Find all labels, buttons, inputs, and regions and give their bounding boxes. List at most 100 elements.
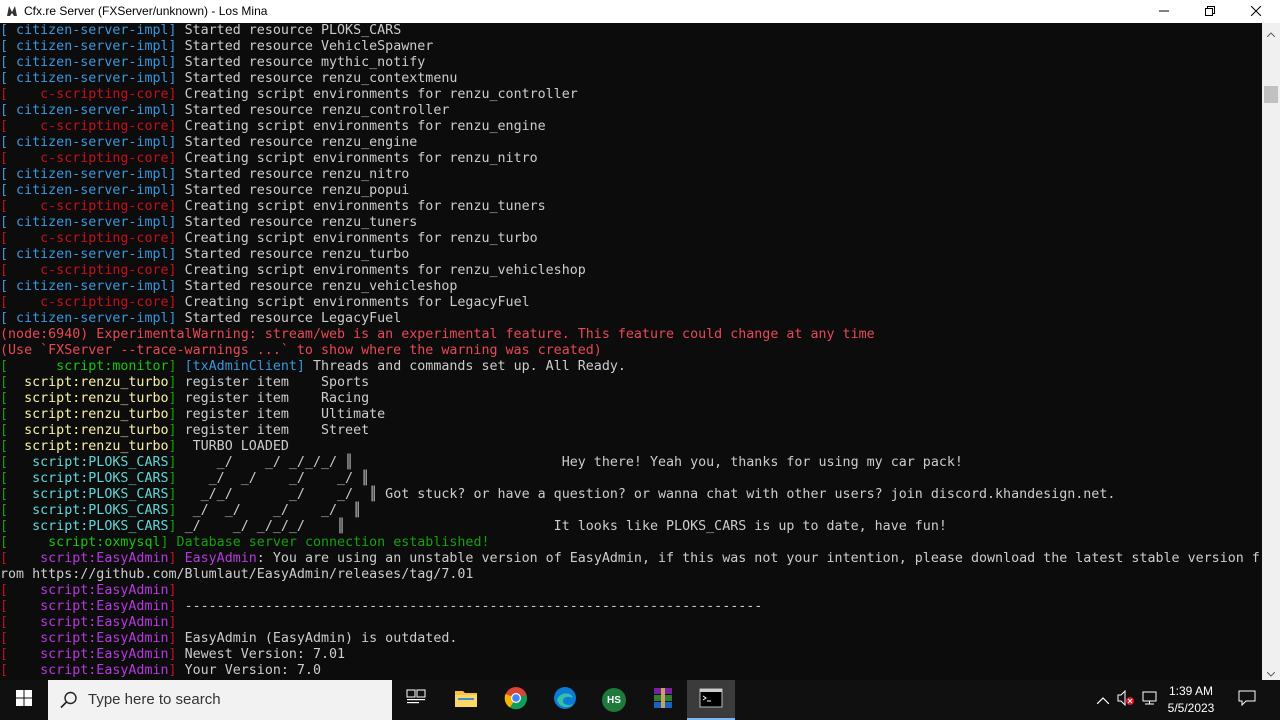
scroll-thumb[interactable] bbox=[1264, 86, 1278, 103]
log-source: citizen-server-impl bbox=[8, 247, 169, 262]
hs-app-button[interactable]: HS bbox=[590, 680, 638, 720]
console-line: [ script:EasyAdmin] bbox=[0, 615, 177, 631]
console-line: [ script:renzu_turbo] register item Ulti… bbox=[0, 407, 385, 423]
log-message: Started resource renzu_turbo bbox=[176, 247, 410, 262]
log-source: script:EasyAdmin bbox=[8, 583, 169, 598]
chrome-button[interactable] bbox=[492, 680, 540, 720]
log-message: Started resource LegacyFuel bbox=[176, 311, 402, 326]
scroll-down-button[interactable] bbox=[1262, 663, 1280, 680]
terminal-button[interactable] bbox=[687, 680, 735, 720]
console-line: [ citizen-server-impl] Started resource … bbox=[0, 39, 433, 55]
console-line: [ script:EasyAdmin] Newest Version: 7.01 bbox=[0, 647, 345, 663]
console-line: [ script:renzu_turbo] register item Spor… bbox=[0, 375, 369, 391]
log-source: c-scripting-core bbox=[8, 263, 169, 278]
log-source: c-scripting-core bbox=[8, 119, 169, 134]
log-message: TURBO LOADED bbox=[176, 439, 289, 454]
log-bracket: ] bbox=[168, 23, 177, 38]
close-button[interactable] bbox=[1233, 0, 1279, 23]
log-bracket: ] bbox=[168, 375, 177, 390]
log-source: script:PLOKS_CARS bbox=[8, 503, 169, 518]
log-bracket: ] bbox=[168, 71, 177, 86]
clock[interactable]: 1:39 AM 5/5/2023 bbox=[1160, 683, 1222, 717]
log-bracket: ] bbox=[168, 391, 177, 406]
log-message: Creating script environments for renzu_c… bbox=[176, 87, 578, 102]
volume-button[interactable] bbox=[1116, 680, 1136, 720]
notification-icon bbox=[1238, 690, 1256, 711]
log-bracket: [ bbox=[0, 647, 9, 662]
log-bracket: ] bbox=[168, 423, 177, 438]
log-bracket: [ bbox=[0, 487, 9, 502]
log-bracket: [ bbox=[0, 503, 9, 518]
network-button[interactable] bbox=[1140, 680, 1160, 720]
scroll-up-button[interactable] bbox=[1262, 23, 1280, 40]
console-line: [ script:renzu_turbo] register item Raci… bbox=[0, 391, 369, 407]
log-message: register item Ultimate bbox=[176, 407, 386, 422]
hs-app-icon: HS bbox=[602, 688, 626, 712]
log-message: EasyAdmin (EasyAdmin) is outdated. bbox=[176, 631, 458, 646]
edge-button[interactable] bbox=[541, 680, 589, 720]
log-bracket: [ bbox=[0, 199, 9, 214]
log-bracket: ] bbox=[168, 487, 177, 502]
console-line: [ script:PLOKS_CARS] _/ _/ _/ _/ ║ bbox=[0, 503, 361, 519]
log-message: _/ _/ _/_/_/ ║ It looks like PLOKS_CARS … bbox=[176, 519, 947, 534]
title-bar: Cfx.re Server (FXServer/unknown) - Los M… bbox=[0, 0, 1280, 23]
log-bracket: [ bbox=[0, 535, 9, 550]
log-bracket: [ bbox=[0, 135, 9, 150]
log-message: _/ _/ _/ _/ ║ bbox=[176, 503, 362, 518]
log-bracket: ] bbox=[168, 503, 177, 518]
log-bracket: [ bbox=[0, 71, 9, 86]
log-bracket: [ bbox=[0, 183, 9, 198]
winrar-button[interactable] bbox=[639, 680, 687, 720]
volume-muted-icon bbox=[1117, 689, 1135, 711]
console-line: [ c-scripting-core] Creating script envi… bbox=[0, 231, 538, 247]
log-source: citizen-server-impl bbox=[8, 55, 169, 70]
log-bracket: ] bbox=[168, 647, 177, 662]
log-bracket: ] bbox=[168, 279, 177, 294]
console-line: [ script:monitor] [txAdminClient] Thread… bbox=[0, 359, 626, 375]
log-message: Started resource renzu_vehicleshop bbox=[176, 279, 458, 294]
vertical-scrollbar[interactable] bbox=[1262, 23, 1280, 680]
chevron-up-icon bbox=[1096, 691, 1110, 709]
log-bracket: [ bbox=[0, 375, 9, 390]
console-line: [ script:PLOKS_CARS] _/_/ _/ _/ ║ Got st… bbox=[0, 487, 1115, 503]
console-line: [ citizen-server-impl] Started resource … bbox=[0, 311, 401, 327]
start-button[interactable] bbox=[0, 680, 48, 720]
edge-icon bbox=[553, 686, 577, 715]
log-bracket: ] bbox=[168, 167, 177, 182]
log-source: c-scripting-core bbox=[8, 231, 169, 246]
log-bracket: ] bbox=[168, 311, 177, 326]
log-bracket: [ bbox=[0, 231, 9, 246]
console-output[interactable]: [ citizen-server-impl] Started resource … bbox=[0, 23, 1262, 680]
log-bracket: [ bbox=[0, 215, 9, 230]
log-bracket: [ bbox=[0, 439, 9, 454]
log-source: script:PLOKS_CARS bbox=[8, 455, 169, 470]
minimize-icon bbox=[1159, 5, 1169, 19]
log-source: citizen-server-impl bbox=[8, 279, 169, 294]
log-message: ----------------------------------------… bbox=[176, 599, 763, 614]
log-message: Creating script environments for renzu_t… bbox=[176, 231, 538, 246]
console-line: [ citizen-server-impl] Started resource … bbox=[0, 103, 449, 119]
chevron-down-icon bbox=[1266, 662, 1276, 681]
log-bracket: ] bbox=[168, 39, 177, 54]
notifications-button[interactable] bbox=[1234, 680, 1260, 720]
log-bracket: [ bbox=[0, 407, 9, 422]
file-explorer-button[interactable] bbox=[442, 680, 490, 720]
log-message: rom https://github.com/Blumlaut/EasyAdmi… bbox=[0, 567, 474, 582]
console-line: [ citizen-server-impl] Started resource … bbox=[0, 23, 401, 39]
clock-date: 5/5/2023 bbox=[1167, 701, 1215, 715]
log-bracket: ] bbox=[168, 103, 177, 118]
log-bracket: [ bbox=[0, 279, 9, 294]
show-hidden-icons-button[interactable] bbox=[1094, 680, 1112, 720]
log-bracket: [ bbox=[0, 631, 9, 646]
console-line: [ citizen-server-impl] Started resource … bbox=[0, 247, 409, 263]
log-source: citizen-server-impl bbox=[8, 71, 169, 86]
restore-button[interactable] bbox=[1187, 0, 1233, 23]
log-bracket: [ bbox=[0, 87, 9, 102]
log-bracket: ] bbox=[160, 535, 169, 550]
search-box[interactable]: Type here to search bbox=[48, 680, 392, 720]
log-bracket: ] bbox=[168, 583, 177, 598]
task-view-button[interactable] bbox=[392, 680, 440, 720]
log-source: citizen-server-impl bbox=[8, 167, 169, 182]
minimize-button[interactable] bbox=[1141, 0, 1187, 23]
log-message: _/ _/ _/ _/ ║ bbox=[176, 471, 370, 486]
